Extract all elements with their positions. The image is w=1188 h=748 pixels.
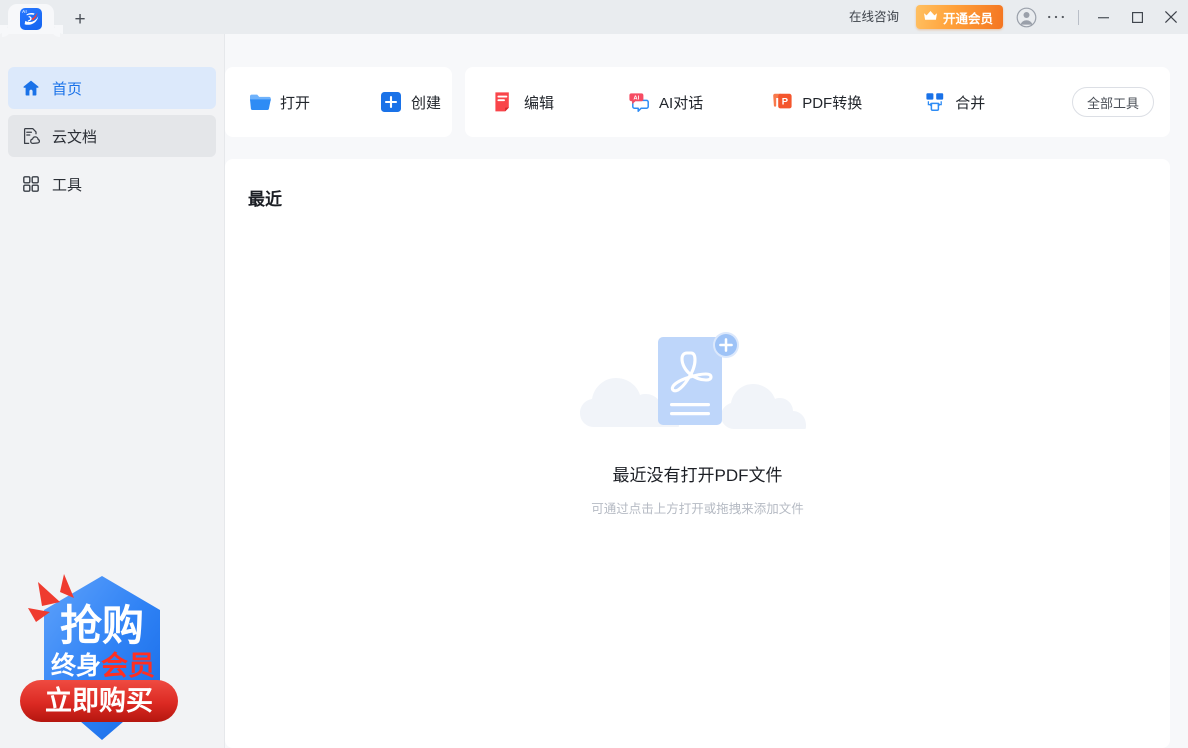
- promo-buy-lifetime-vip-badge[interactable]: 抢购 终身 会员 立即购买: [16, 568, 186, 748]
- window-close-button[interactable]: [1154, 0, 1188, 34]
- all-tools-button[interactable]: 全部工具: [1071, 87, 1154, 117]
- pdf-convert-button[interactable]: P PDF转换: [765, 82, 868, 122]
- browser-tab[interactable]: AI: [0, 4, 63, 34]
- sidebar-item-tools-label: 工具: [52, 176, 83, 194]
- sidebar-item-cloud-document-label: 云文档: [52, 128, 98, 146]
- titlebar-right-controls: 在线咨询 开通会员: [840, 0, 1188, 34]
- empty-state: 最近没有打开PDF文件 可通过点击上方打开或拖拽来添加文件: [225, 329, 1170, 517]
- create-plus-icon: [380, 91, 402, 113]
- sidebar-item-cloud-document[interactable]: 云文档: [8, 115, 216, 157]
- merge-label: 合并: [955, 94, 986, 112]
- promo-line2b: 会员: [101, 651, 155, 681]
- empty-state-subtitle: 可通过点击上方打开或拖拽来添加文件: [591, 502, 804, 516]
- create-file-button[interactable]: 创建: [374, 82, 447, 122]
- merge-icon: [924, 91, 946, 113]
- main-content: 打开 创建 编辑 AI AI对话 P PDF转换 合并 全部工具 最近 最近没有…: [225, 34, 1188, 748]
- primary-actions-panel: 打开 创建: [225, 67, 452, 137]
- window-maximize-button[interactable]: [1120, 0, 1154, 34]
- sidebar-item-tools[interactable]: 工具: [8, 163, 216, 205]
- recent-files-card: 最近 最近没有打开PDF文件 可通过点击上方打开或拖拽来添加文件: [225, 159, 1170, 748]
- app-window: AI + 在线咨询 开通会员 首页 云文档 工具 抢购 终身 会员 立即购买 打…: [0, 0, 1188, 748]
- ellipsis-icon: [1048, 15, 1064, 19]
- sidebar-item-home-label: 首页: [52, 80, 83, 98]
- recent-section-title: 最近: [248, 190, 282, 209]
- ai-chat-label: AI对话: [659, 94, 704, 112]
- grid-tools-icon: [22, 175, 40, 193]
- pdf-convert-label: PDF转换: [802, 94, 863, 112]
- ai-chat-button[interactable]: AI AI对话: [622, 82, 709, 122]
- svg-text:P: P: [781, 95, 787, 106]
- create-file-label: 创建: [411, 94, 442, 112]
- user-avatar-icon: [1016, 7, 1036, 27]
- edit-label: 编辑: [524, 94, 555, 112]
- svg-text:AI: AI: [633, 95, 639, 101]
- user-account-button[interactable]: [1011, 0, 1041, 34]
- title-bar: AI + 在线咨询 开通会员: [0, 0, 1188, 34]
- online-consult-link[interactable]: 在线咨询: [840, 0, 908, 34]
- home-icon: [22, 79, 40, 97]
- app-logo-icon: AI: [20, 8, 42, 30]
- secondary-actions-panel: 编辑 AI AI对话 P PDF转换 合并 全部工具: [465, 67, 1170, 137]
- sidebar-item-home[interactable]: 首页: [8, 67, 216, 109]
- edit-button[interactable]: 编辑: [487, 82, 560, 122]
- upgrade-vip-button[interactable]: 开通会员: [915, 5, 1003, 29]
- ai-chat-icon: AI: [628, 91, 650, 113]
- more-menu-button[interactable]: [1041, 0, 1071, 34]
- edit-document-icon: [493, 91, 515, 113]
- promo-badge-art: 抢购 终身 会员 立即购买: [20, 574, 178, 740]
- empty-state-title: 最近没有打开PDF文件: [612, 466, 783, 485]
- crown-icon: [923, 10, 938, 25]
- window-minimize-button[interactable]: [1086, 0, 1120, 34]
- titlebar-divider: [1078, 9, 1079, 25]
- sidebar: 首页 云文档 工具 抢购 终身 会员 立即购买: [0, 34, 225, 748]
- open-file-button[interactable]: 打开: [243, 82, 316, 122]
- tab-strip: AI +: [0, 0, 97, 34]
- merge-button[interactable]: 合并: [918, 82, 991, 122]
- promo-line1: 抢购: [60, 602, 144, 649]
- app-logo-ai-badge: AI: [22, 9, 27, 14]
- promo-button-label: 立即购买: [45, 685, 153, 716]
- open-file-label: 打开: [280, 94, 311, 112]
- promo-line2a: 终身: [51, 651, 101, 680]
- new-tab-button[interactable]: +: [63, 4, 97, 34]
- minimize-icon: [1097, 16, 1109, 18]
- maximize-icon: [1131, 11, 1143, 23]
- cloud-document-icon: [22, 127, 40, 145]
- pdf-convert-icon: P: [771, 91, 793, 113]
- pdf-add-document-icon: [548, 329, 848, 439]
- upgrade-vip-label: 开通会员: [942, 11, 993, 26]
- close-icon: [1164, 10, 1178, 24]
- folder-open-icon: [249, 91, 271, 113]
- quick-actions-toolbar: 打开 创建 编辑 AI AI对话 P PDF转换 合并 全部工具: [225, 67, 1170, 137]
- app-body: 首页 云文档 工具 抢购 终身 会员 立即购买 打开 创建 编辑 AI AI对话…: [0, 34, 1188, 748]
